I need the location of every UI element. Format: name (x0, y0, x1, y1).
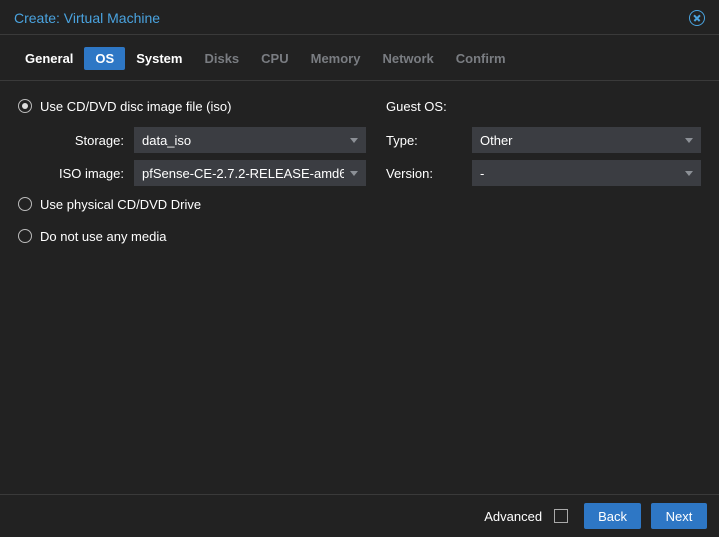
chevron-down-icon (685, 171, 693, 176)
guest-type-dropdown[interactable]: Other (472, 127, 701, 153)
radio-physical[interactable] (18, 197, 32, 211)
guest-version-dropdown[interactable]: - (472, 160, 701, 186)
dialog-footer: Advanced Back Next (0, 494, 719, 537)
tab-confirm: Confirm (445, 47, 517, 70)
chevron-down-icon (350, 171, 358, 176)
isoimage-value: pfSense-CE-2.7.2-RELEASE-amd64 (142, 166, 344, 181)
radio-none[interactable] (18, 229, 32, 243)
content-area: Use CD/DVD disc image file (iso) Storage… (0, 81, 719, 494)
guest-os-section: Guest OS: Type: Other Version: - (386, 95, 701, 480)
tab-general[interactable]: General (14, 47, 84, 70)
radio-iso[interactable] (18, 99, 32, 113)
storage-dropdown[interactable]: data_iso (134, 127, 366, 153)
wizard-tabs: General OS System Disks CPU Memory Netwo… (0, 35, 719, 81)
advanced-checkbox[interactable] (554, 509, 568, 523)
advanced-label: Advanced (484, 509, 542, 524)
dialog-title: Create: Virtual Machine (14, 10, 160, 26)
storage-value: data_iso (142, 133, 191, 148)
guest-type-field: Type: Other (386, 127, 701, 153)
radio-row-none[interactable]: Do not use any media (18, 225, 366, 247)
radio-iso-label: Use CD/DVD disc image file (iso) (40, 99, 231, 114)
chevron-down-icon (350, 138, 358, 143)
next-button[interactable]: Next (651, 503, 707, 529)
radio-row-iso[interactable]: Use CD/DVD disc image file (iso) (18, 95, 366, 117)
tab-memory: Memory (300, 47, 372, 70)
isoimage-dropdown[interactable]: pfSense-CE-2.7.2-RELEASE-amd64 (134, 160, 366, 186)
close-icon[interactable] (689, 10, 705, 26)
isoimage-field: ISO image: pfSense-CE-2.7.2-RELEASE-amd6… (18, 160, 366, 186)
tab-system[interactable]: System (125, 47, 193, 70)
radio-physical-label: Use physical CD/DVD Drive (40, 197, 201, 212)
radio-row-physical[interactable]: Use physical CD/DVD Drive (18, 193, 366, 215)
guest-type-value: Other (480, 133, 513, 148)
tab-disks: Disks (193, 47, 250, 70)
back-button[interactable]: Back (584, 503, 641, 529)
storage-label: Storage: (18, 133, 134, 148)
media-section: Use CD/DVD disc image file (iso) Storage… (18, 95, 366, 480)
dialog-header: Create: Virtual Machine (0, 0, 719, 35)
isoimage-label: ISO image: (18, 166, 134, 181)
tab-os[interactable]: OS (84, 47, 125, 70)
guest-version-label: Version: (386, 166, 472, 181)
guest-version-field: Version: - (386, 160, 701, 186)
tab-cpu: CPU (250, 47, 299, 70)
tab-network: Network (371, 47, 444, 70)
guest-os-title: Guest OS: (386, 95, 701, 117)
guest-type-label: Type: (386, 133, 472, 148)
radio-none-label: Do not use any media (40, 229, 166, 244)
storage-field: Storage: data_iso (18, 127, 366, 153)
guest-version-value: - (480, 166, 484, 181)
chevron-down-icon (685, 138, 693, 143)
